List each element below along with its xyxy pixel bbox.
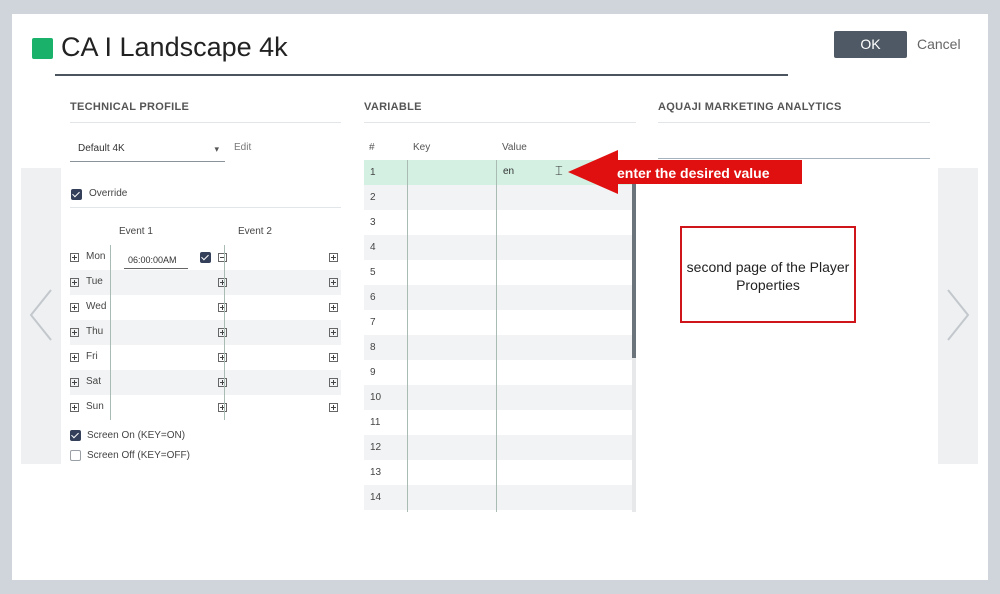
day-label: Mon [86,251,106,262]
table-row[interactable]: 11 [364,410,632,435]
screen-off-label: Screen Off (KEY=OFF) [87,450,190,461]
add-event2-icon[interactable] [329,378,338,387]
expand-icon[interactable] [70,353,79,362]
text-cursor-icon: ⌶ [555,163,563,178]
row-number: 4 [370,242,376,253]
add-event2-icon[interactable] [329,303,338,312]
column-divider [407,160,408,512]
expand-icon[interactable] [70,328,79,337]
screen-off-checkbox[interactable] [70,450,81,461]
add-event2-icon[interactable] [329,403,338,412]
next-page-button[interactable] [938,168,978,464]
remove-event-icon[interactable] [218,253,227,262]
chevron-right-icon [947,289,970,341]
day-label: Sat [86,376,102,387]
divider [364,122,636,123]
expand-icon[interactable] [70,278,79,287]
status-color-swatch [32,38,53,59]
expand-icon[interactable] [70,303,79,312]
add-event1-icon[interactable] [218,378,227,387]
row-number: 12 [370,442,382,453]
table-row[interactable]: 9 [364,360,632,385]
row-number: 7 [370,317,376,328]
chevron-down-icon: ▾ [214,144,219,154]
event1-enabled-checkbox[interactable] [200,252,211,263]
column-divider [224,245,225,420]
row-number: 8 [370,342,376,353]
override-checkbox[interactable] [71,189,82,200]
event2-header: Event 2 [238,226,272,237]
event1-header: Event 1 [119,226,153,237]
day-label: Wed [86,301,107,312]
table-row[interactable]: 12 [364,435,632,460]
table-row[interactable]: 4 [364,235,632,260]
previous-page-button[interactable] [21,168,61,464]
add-event1-icon[interactable] [218,303,227,312]
table-row[interactable]: 8 [364,335,632,360]
page-title: CA I Landscape 4k [61,32,288,62]
technical-profile-select[interactable]: Default 4K ▾ [70,136,225,162]
event1-time-input[interactable]: 06:00:00AM [124,251,188,269]
expand-icon[interactable] [70,378,79,387]
override-label: Override [89,188,128,199]
table-row[interactable]: 13 [364,460,632,485]
row-number: 11 [370,417,381,428]
table-row[interactable]: 5 [364,260,632,285]
add-event2-icon[interactable] [329,353,338,362]
row-number: 1 [370,167,376,178]
analytics-heading: AQUAJI MARKETING ANALYTICS [658,101,842,113]
table-row[interactable]: 3 [364,210,632,235]
expand-icon[interactable] [70,403,79,412]
annotation-note: second page of the Player Properties [680,226,856,323]
day-label: Fri [86,351,98,362]
add-event2-icon[interactable] [329,328,338,337]
cancel-button[interactable]: Cancel [917,31,961,58]
variable-heading: VARIABLE [364,101,422,113]
add-event2-icon[interactable] [329,278,338,287]
chevron-left-icon [29,289,52,341]
column-header-key: Key [413,142,431,153]
add-event1-icon[interactable] [218,278,227,287]
callout-text: enter the desired value [617,165,770,181]
screen-on-label: Screen On (KEY=ON) [87,430,186,441]
day-label: Sun [86,401,104,412]
column-header-number: # [369,142,375,153]
column-divider [496,160,497,512]
technical-profile-heading: TECHNICAL PROFILE [70,101,190,113]
divider [70,122,341,123]
row-number: 13 [370,467,382,478]
screen-on-checkbox[interactable] [70,430,81,441]
row-number: 14 [370,492,382,503]
row-number: 10 [370,392,382,403]
title-underline [55,74,788,76]
day-label: Tue [86,276,103,287]
column-divider [110,245,111,420]
day-label: Thu [86,326,104,337]
edit-profile-link[interactable]: Edit [234,142,251,153]
table-row[interactable]: 7 [364,310,632,335]
technical-profile-value: Default 4K [78,143,125,154]
add-event1-icon[interactable] [218,353,227,362]
divider [658,122,930,123]
divider [70,207,341,208]
table-row[interactable]: 14 [364,485,632,510]
row-number: 2 [370,192,376,203]
add-event1-icon[interactable] [218,403,227,412]
expand-icon[interactable] [70,253,79,262]
value-cell-input[interactable]: en [503,166,514,177]
table-row[interactable]: 10 [364,385,632,410]
add-event1-icon[interactable] [218,328,227,337]
column-header-value: Value [502,142,527,153]
row-number: 6 [370,292,376,303]
row-number: 9 [370,367,376,378]
add-event2-icon[interactable] [329,253,338,262]
row-number: 3 [370,217,376,228]
player-properties-dialog: CA I Landscape 4k OK Cancel TECHNICAL PR… [12,14,988,580]
table-row[interactable]: 6 [364,285,632,310]
row-number: 5 [370,267,376,278]
ok-button[interactable]: OK [834,31,907,58]
